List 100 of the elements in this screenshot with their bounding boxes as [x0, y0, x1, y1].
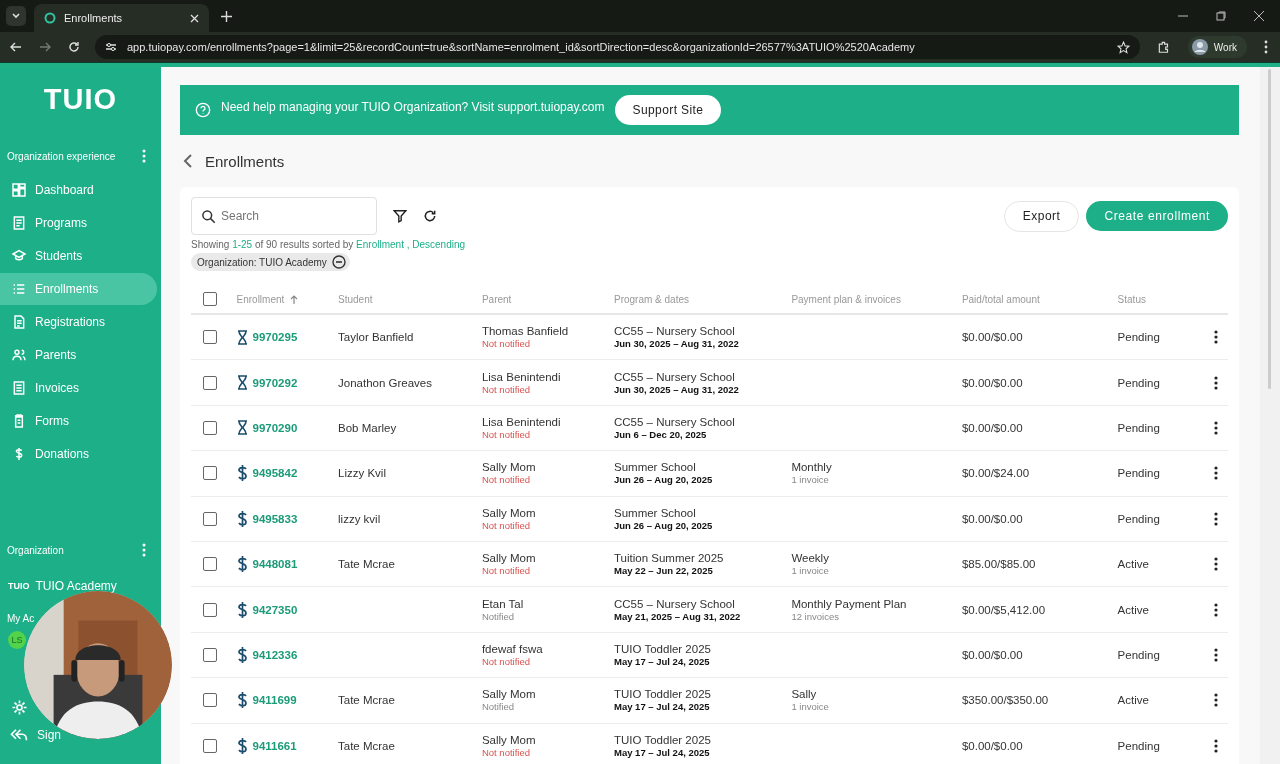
refresh-icon[interactable]	[423, 209, 437, 223]
page-title: Enrollments	[205, 152, 285, 170]
remove-icon[interactable]	[331, 255, 346, 269]
checkbox[interactable]	[203, 466, 217, 481]
profile-button[interactable]: Work	[1187, 36, 1247, 58]
support-site-button[interactable]: Support Site	[614, 95, 722, 125]
search-icon	[201, 209, 216, 224]
column-header[interactable]: Status	[1117, 293, 1146, 305]
nav-item[interactable]: Registrations	[0, 306, 157, 338]
more-icon[interactable]	[1214, 375, 1219, 390]
browser-tab[interactable]: Enrollments	[34, 4, 209, 32]
checkbox[interactable]	[203, 330, 217, 345]
notification-status: Not notified	[481, 338, 531, 350]
nav-item[interactable]: Dashboard	[0, 174, 157, 206]
close-icon[interactable]	[190, 13, 199, 23]
site-settings-icon[interactable]	[105, 41, 117, 53]
parent-name: Sally Mom	[481, 461, 537, 474]
enrollment-link[interactable]: 9448081	[252, 558, 298, 571]
export-button[interactable]: Export	[1003, 200, 1080, 232]
program-dates: Jun 6 – Dec 20, 2025	[614, 428, 708, 440]
program-name: Tuition Summer 2025	[614, 552, 725, 565]
create-enrollment-button[interactable]: Create enrollment	[1086, 201, 1228, 231]
more-icon[interactable]	[1214, 602, 1219, 617]
more-icon[interactable]	[1214, 693, 1219, 708]
sign-out-link[interactable]: Sign	[37, 728, 62, 742]
column-header[interactable]: Parent	[481, 293, 512, 305]
dollar-icon	[236, 737, 248, 754]
nav-item[interactable]: Enrollments	[0, 273, 157, 305]
student-name: Taylor Banfield	[338, 331, 414, 344]
student-name: Tate Mcrae	[338, 739, 395, 752]
checkbox[interactable]	[203, 292, 217, 306]
filter-icon[interactable]	[393, 209, 407, 223]
student-name: Jonathon Greaves	[338, 376, 432, 389]
profile-avatar-icon	[1191, 39, 1208, 55]
more-icon[interactable]	[1214, 330, 1219, 345]
nav-item[interactable]: Parents	[0, 339, 157, 371]
nav-icon	[11, 314, 27, 330]
enrollment-link[interactable]: 9495842	[252, 467, 298, 480]
filter-chip[interactable]: Organization: TUIO Academy	[191, 253, 350, 271]
checkbox[interactable]	[203, 738, 217, 753]
column-header[interactable]: Paid/total amount	[961, 293, 1040, 305]
bookmark-star-icon[interactable]	[1116, 40, 1130, 54]
status: Pending	[1117, 512, 1160, 525]
checkbox[interactable]	[203, 420, 217, 435]
parent-name: fdewaf fswa	[481, 642, 544, 655]
search-field[interactable]: Search	[191, 197, 377, 235]
checkbox[interactable]	[203, 693, 217, 708]
nav-item[interactable]: Donations	[0, 438, 157, 470]
checkbox[interactable]	[203, 557, 217, 572]
checkbox[interactable]	[203, 375, 217, 390]
reload-icon[interactable]	[68, 41, 80, 53]
restore-icon[interactable]	[1216, 11, 1226, 21]
enrollment-link[interactable]: 9411661	[252, 739, 297, 752]
forward-icon[interactable]	[39, 41, 51, 53]
tab-title: Enrollments	[64, 12, 124, 24]
nav-item[interactable]: Programs	[0, 207, 157, 239]
enrollment-link[interactable]: 9427350	[252, 603, 298, 616]
checkbox[interactable]	[203, 602, 217, 617]
more-icon[interactable]	[1264, 40, 1268, 54]
checkbox[interactable]	[203, 511, 217, 526]
parent-name: Etan Tal	[481, 597, 525, 610]
new-tab-icon[interactable]	[221, 10, 232, 22]
dollar-icon	[236, 646, 248, 663]
dollar-icon	[236, 692, 248, 709]
back-icon[interactable]	[183, 154, 193, 168]
column-header[interactable]: Student	[338, 293, 373, 305]
parent-name: Thomas Banfield	[481, 325, 570, 338]
enrollment-link[interactable]: 9495833	[252, 512, 298, 525]
address-bar[interactable]: app.tuiopay.com/enrollments?page=1&limit=25&recordCount=true&sortName=enrolment_id&sortDirection=desc&organizationId=26577%3ATUIO%2520Academy	[95, 35, 1140, 59]
settings-icon[interactable]	[11, 699, 28, 716]
sign-out-icon[interactable]	[10, 728, 28, 742]
tab-list-icon[interactable]	[6, 6, 26, 26]
enrollment-link[interactable]: 9970292	[252, 376, 298, 389]
nav-item[interactable]: Forms	[0, 405, 157, 437]
sort-arrow-icon	[290, 294, 299, 304]
close-icon[interactable]	[1254, 11, 1264, 21]
student-name: Lizzy Kvil	[338, 467, 386, 480]
more-icon[interactable]	[1214, 738, 1219, 753]
invoice-count: 1 invoice	[791, 701, 830, 713]
extensions-icon[interactable]	[1156, 40, 1171, 54]
checkbox[interactable]	[203, 647, 217, 662]
nav-item[interactable]: Students	[0, 240, 157, 272]
more-icon[interactable]	[1214, 647, 1219, 662]
enrollment-link[interactable]: 9411699	[252, 694, 297, 707]
more-icon[interactable]	[1214, 466, 1219, 481]
enrollment-link[interactable]: 9970295	[252, 331, 298, 344]
enrollment-link[interactable]: 9970290	[252, 421, 298, 434]
column-header[interactable]: Payment plan & invoices	[791, 293, 901, 305]
org-name[interactable]: TUIO Academy	[35, 579, 117, 593]
nav-item[interactable]: Invoices	[0, 372, 157, 404]
payment-plan: Weekly	[791, 552, 830, 565]
more-icon[interactable]	[1214, 557, 1219, 572]
enrollment-link[interactable]: 9412336	[252, 648, 298, 661]
avatar[interactable]: LS	[8, 631, 26, 649]
column-header[interactable]: Program & dates	[614, 293, 690, 305]
more-icon[interactable]	[1214, 420, 1219, 435]
column-header[interactable]: Enrollment	[236, 293, 285, 305]
amount: $0.00/$0.00	[961, 512, 1023, 525]
notification-status: Not notified	[481, 519, 531, 531]
more-icon[interactable]	[1214, 511, 1219, 526]
